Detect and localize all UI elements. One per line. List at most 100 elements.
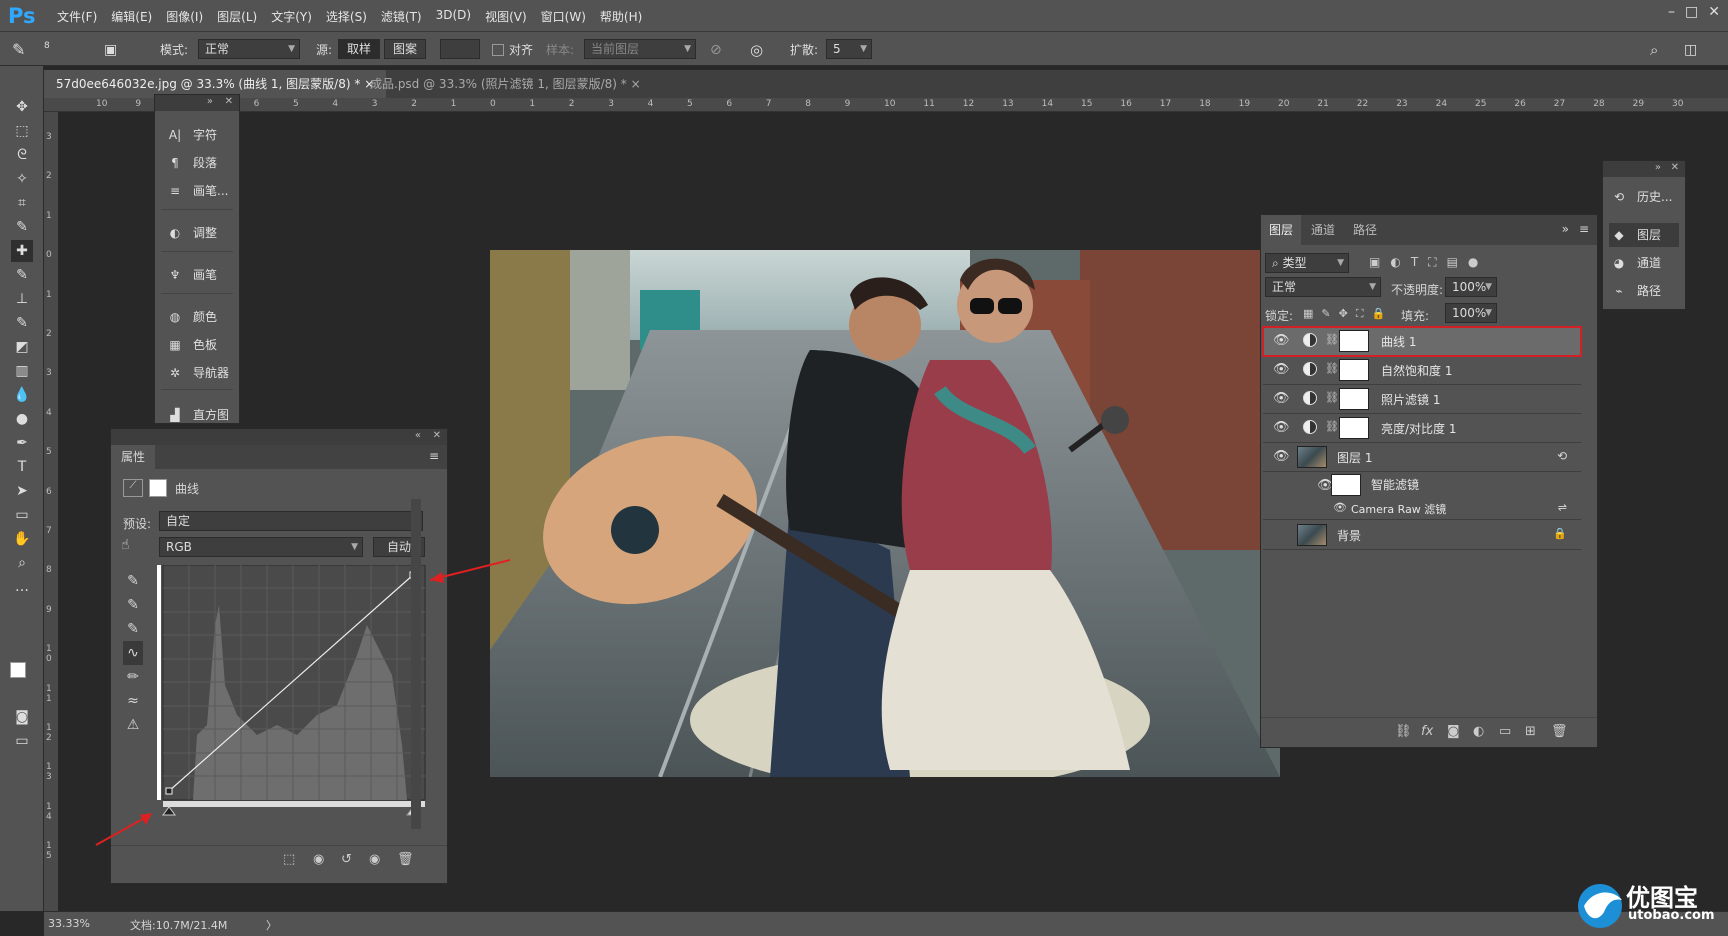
pattern-picker[interactable] [440, 39, 480, 59]
search-icon[interactable]: ⌕ [1650, 40, 1658, 60]
more-tools-icon[interactable]: … [11, 576, 33, 598]
layer-row-image[interactable]: 👁 图层 1 ⟲ [1263, 443, 1581, 472]
menu-item[interactable]: 图层(L) [210, 8, 264, 25]
type-filter-icon[interactable]: T [1411, 255, 1418, 270]
workspace-icon[interactable]: ◫ [1684, 40, 1697, 60]
lock-transparent-icon[interactable]: ▦ [1303, 307, 1313, 321]
collapse-icon[interactable]: » [207, 96, 213, 107]
close-icon[interactable]: ✕ [433, 430, 441, 441]
close-icon[interactable]: ✕ [1708, 4, 1720, 20]
link-icon[interactable]: ⛓ [1325, 362, 1339, 375]
visibility-off-icon[interactable]: ▢ [1273, 527, 1285, 542]
zoom-level[interactable]: 33.33% [48, 917, 90, 930]
brush-size-value[interactable]: 8 [44, 36, 50, 56]
eraser-icon[interactable]: ◩ [11, 336, 33, 358]
lock-artboard-icon[interactable]: ⛶ [1356, 307, 1364, 321]
smart-object-filter-icon[interactable]: ▤ [1447, 255, 1458, 270]
menu-item[interactable]: 帮助(H) [593, 8, 649, 25]
menu-item[interactable]: 文件(F) [50, 8, 104, 25]
aligned-checkbox[interactable]: 对齐 [492, 40, 533, 60]
pixel-filter-icon[interactable]: ▣ [1369, 255, 1380, 270]
dock-item-路径[interactable]: ⌁ 路径 [1609, 279, 1679, 303]
eye-icon[interactable]: 👁 [1333, 501, 1347, 514]
hand-tool-icon[interactable]: ✋ [11, 528, 33, 550]
pen-tool-icon[interactable]: ✒ [11, 432, 33, 454]
tab-paths[interactable]: 路径 [1345, 215, 1385, 245]
blend-mode-dropdown[interactable]: 正常 ▼ [1265, 277, 1381, 297]
dock-item-画笔[interactable]: ♆ 画笔 [165, 263, 217, 287]
sample-dropdown[interactable]: 当前图层 ▼ [584, 39, 696, 59]
minimize-icon[interactable]: – [1668, 4, 1675, 20]
status-menu-arrow[interactable]: 〉 [266, 917, 277, 933]
fx-icon[interactable]: fx [1421, 724, 1433, 739]
dock-item-字符[interactable]: A| 字符 [165, 123, 217, 147]
menu-item[interactable]: 窗口(W) [534, 8, 593, 25]
quick-mask-icon[interactable]: ◙ [11, 706, 33, 728]
blur-tool-icon[interactable]: 💧 [11, 384, 33, 406]
tab-layers[interactable]: 图层 [1261, 215, 1302, 245]
menu-item[interactable]: 文字(Y) [264, 8, 319, 25]
mask-icon[interactable] [149, 479, 167, 497]
source-sampled-button[interactable]: 取样 [338, 39, 381, 59]
eye-icon[interactable]: 👁 [1273, 333, 1290, 348]
opacity-field[interactable]: 100% ▼ [1445, 277, 1497, 297]
quick-select-icon[interactable]: ✧ [11, 168, 33, 190]
channel-dropdown[interactable]: RGB ▼ [159, 537, 363, 557]
camera-raw-filter-row[interactable]: 👁 Camera Raw 滤镜 ⇌ [1263, 498, 1581, 520]
shape-tool-icon[interactable]: ▭ [11, 504, 33, 526]
menu-item[interactable]: 图像(I) [159, 8, 210, 25]
lock-all-icon[interactable]: 🔒 [1372, 307, 1386, 321]
dock-item-调整[interactable]: ◐ 调整 [165, 221, 217, 245]
layer-row-adjustment[interactable]: 👁 ⛓ 曲线 1 [1262, 326, 1582, 357]
layer-mask-thumbnail[interactable] [1339, 359, 1369, 381]
move-tool-icon[interactable]: ✥ [11, 96, 33, 118]
zoom-tool-icon[interactable]: ⌕ [11, 552, 33, 574]
close-icon[interactable]: ✕ [1671, 162, 1679, 173]
layer-row-adjustment[interactable]: 👁 ⛓ 亮度/对比度 1 [1263, 414, 1581, 443]
clone-stamp-icon[interactable]: ⊥ [11, 288, 33, 310]
lock-position-icon[interactable]: ✥ [1339, 307, 1348, 321]
link-icon[interactable]: ⛓ [1325, 391, 1339, 404]
adjustment-filter-icon[interactable]: ◐ [1390, 255, 1400, 270]
close-icon[interactable]: ✕ [225, 96, 233, 107]
collapse-icon[interactable]: » [1655, 162, 1661, 173]
dock-item-段落[interactable]: ¶ 段落 [165, 151, 217, 175]
eye-icon[interactable]: 👁 [1273, 362, 1290, 377]
dock-item-导航器[interactable]: ✲ 导航器 [165, 361, 229, 385]
dock-item-通道[interactable]: ◕ 通道 [1609, 251, 1679, 275]
panel-menu-icon[interactable]: ≡ [429, 449, 439, 463]
dodge-tool-icon[interactable]: ● [11, 408, 33, 430]
dock-item-色板[interactable]: ▦ 色板 [165, 333, 217, 357]
link-icon[interactable]: ⛓ [1325, 333, 1339, 346]
tab-channels[interactable]: 通道 [1303, 215, 1343, 245]
ignore-adjustment-icon[interactable]: ⊘ [710, 40, 722, 60]
target-adjust-icon[interactable]: ☝ [121, 537, 130, 553]
eye-icon[interactable]: 👁 [1273, 449, 1290, 464]
eyedropper-icon[interactable]: ✎ [11, 216, 33, 238]
close-icon[interactable]: × [631, 77, 641, 91]
add-mask-icon[interactable]: ◙ [1447, 724, 1460, 739]
link-icon[interactable]: ⛓ [1325, 420, 1339, 433]
layer-mask-thumbnail[interactable] [1339, 388, 1369, 410]
smart-filters-row[interactable]: 👁 智能滤镜 [1263, 472, 1581, 498]
dock-item-图层[interactable]: ◆ 图层 [1609, 223, 1679, 247]
dock-item-颜色[interactable]: ◍ 颜色 [165, 305, 217, 329]
dock-item-画笔...[interactable]: ≡ 画笔... [165, 179, 228, 203]
trash-icon[interactable]: 🗑 [1551, 724, 1568, 739]
dock-item-直方图[interactable]: ▟ 直方图 [165, 403, 229, 427]
menu-item[interactable]: 滤镜(T) [374, 8, 429, 25]
diffusion-dropdown[interactable]: 5 ▼ [826, 39, 872, 59]
marquee-tool-icon[interactable]: ⬚ [11, 120, 33, 142]
canvas-image[interactable] [490, 250, 1280, 777]
eye-icon[interactable]: 👁 [1273, 391, 1290, 406]
crop-tool-icon[interactable]: ⌗ [11, 192, 33, 214]
brush-options-icon[interactable]: ▣ [104, 40, 117, 60]
path-select-icon[interactable]: ➤ [11, 480, 33, 502]
layer-mask-thumbnail[interactable] [1339, 417, 1369, 439]
filter-options-icon[interactable]: ⇌ [1558, 501, 1567, 514]
filter-toggle-icon[interactable]: ● [1468, 255, 1478, 270]
eye-icon[interactable]: 👁 [1273, 420, 1290, 435]
preset-dropdown[interactable]: 自定▼ [159, 511, 423, 531]
link-layers-icon[interactable]: ⛓ [1395, 724, 1412, 739]
type-tool-icon[interactable]: T [11, 456, 33, 478]
